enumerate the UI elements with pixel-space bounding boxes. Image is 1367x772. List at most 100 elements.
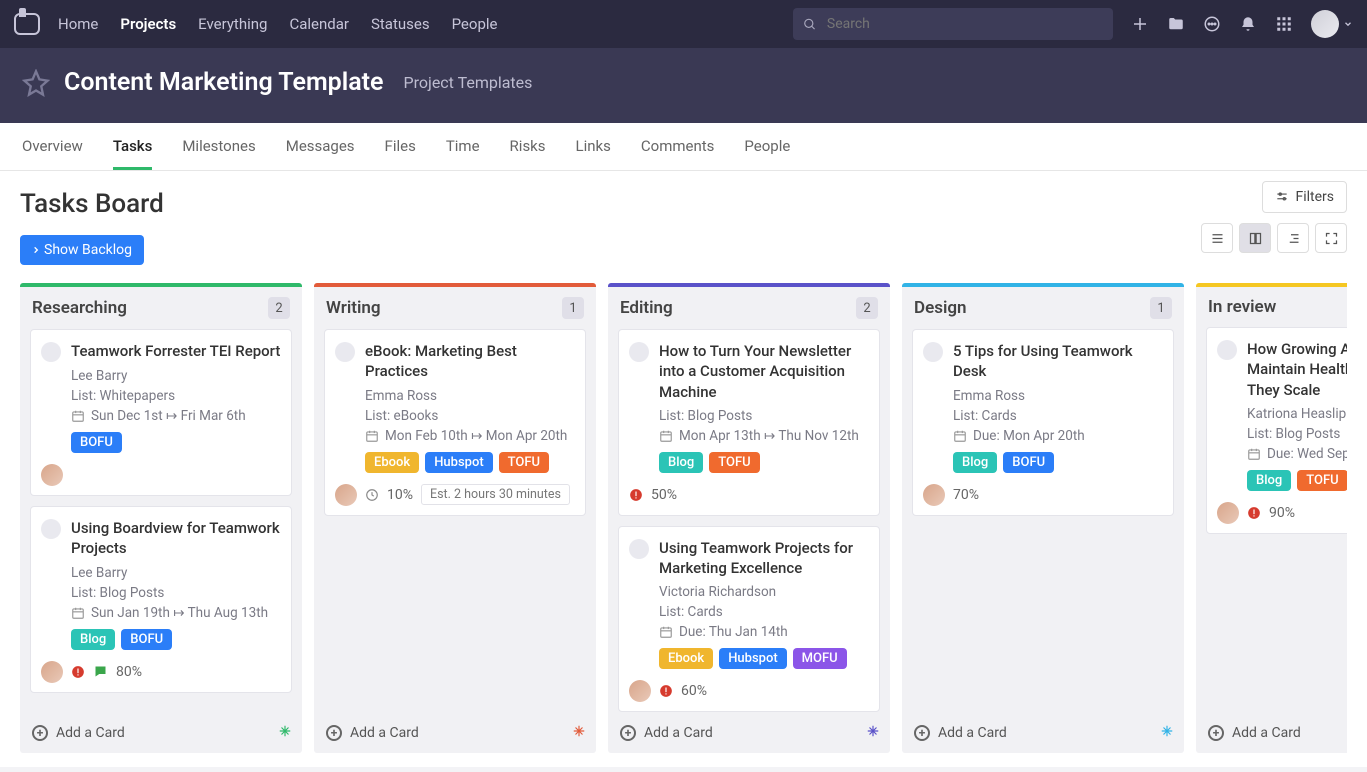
add-card-button[interactable]: +Add a Card xyxy=(20,713,302,753)
folder-icon[interactable] xyxy=(1167,15,1185,33)
tag-tofu[interactable]: TOFU xyxy=(1297,470,1347,491)
column-handle-icon[interactable] xyxy=(572,724,586,742)
view-fullscreen-button[interactable] xyxy=(1315,223,1347,253)
nav-everything[interactable]: Everything xyxy=(198,15,267,33)
view-list-button[interactable] xyxy=(1201,223,1233,253)
tab-files[interactable]: Files xyxy=(385,123,416,170)
show-backlog-button[interactable]: Show Backlog xyxy=(20,235,144,265)
app-logo-icon[interactable] xyxy=(14,13,40,35)
assignee-avatar-icon[interactable] xyxy=(1217,502,1239,524)
card-footer: 10%Est. 2 hours 30 minutes xyxy=(335,483,575,507)
warning-icon xyxy=(71,665,85,679)
complete-checkbox[interactable] xyxy=(1217,340,1237,360)
comment-icon xyxy=(93,664,108,679)
calendar-icon xyxy=(71,606,85,620)
task-card[interactable]: How to Turn Your Newsletter into a Custo… xyxy=(618,329,880,516)
nav-people[interactable]: People xyxy=(452,15,498,33)
assignee-avatar-icon[interactable] xyxy=(41,661,63,683)
complete-checkbox[interactable] xyxy=(629,539,649,559)
card-title: How to Turn Your Newsletter into a Custo… xyxy=(659,341,869,402)
complete-checkbox[interactable] xyxy=(629,342,649,362)
add-card-button[interactable]: +Add a Card xyxy=(902,713,1184,753)
card-assignee: Katriona Heaslip xyxy=(1247,406,1347,422)
tag-bofu[interactable]: BOFU xyxy=(121,629,172,650)
project-subtitle[interactable]: Project Templates xyxy=(404,73,533,92)
task-card[interactable]: How Growing Agencies Maintain Healthy Ma… xyxy=(1206,327,1347,534)
tag-hubspot[interactable]: Hubspot xyxy=(425,452,492,473)
project-header: Content Marketing Template Project Templ… xyxy=(0,48,1367,123)
filters-label: Filters xyxy=(1295,189,1334,205)
tag-hubspot[interactable]: Hubspot xyxy=(719,648,786,669)
tag-blog[interactable]: Blog xyxy=(1247,470,1291,491)
tag-ebook[interactable]: Ebook xyxy=(659,648,713,669)
add-card-button[interactable]: +Add a Card xyxy=(314,713,596,753)
card-tags: Blog BOFU xyxy=(71,629,281,650)
tag-blog[interactable]: Blog xyxy=(659,452,703,473)
tag-ebook[interactable]: Ebook xyxy=(365,452,419,473)
global-search[interactable] xyxy=(793,8,1113,40)
assignee-avatar-icon[interactable] xyxy=(923,484,945,506)
bell-icon[interactable] xyxy=(1239,15,1257,33)
complete-checkbox[interactable] xyxy=(41,342,61,362)
task-card[interactable]: Using Teamwork Projects for Marketing Ex… xyxy=(618,526,880,713)
tag-mofu[interactable]: MOFU xyxy=(793,648,847,669)
column-count-badge: 2 xyxy=(856,297,878,319)
tab-links[interactable]: Links xyxy=(576,123,611,170)
tab-comments[interactable]: Comments xyxy=(641,123,715,170)
star-icon[interactable] xyxy=(22,69,50,97)
view-board-button[interactable] xyxy=(1239,223,1271,253)
profile-menu[interactable] xyxy=(1311,10,1353,38)
column-handle-icon[interactable] xyxy=(866,724,880,742)
nav-calendar[interactable]: Calendar xyxy=(289,15,349,33)
tag-blog[interactable]: Blog xyxy=(71,629,115,650)
task-card[interactable]: Using Boardview for Teamwork ProjectsLee… xyxy=(30,506,292,693)
tab-time[interactable]: Time xyxy=(446,123,480,170)
tag-bofu[interactable]: BOFU xyxy=(1003,452,1054,473)
calendar-icon xyxy=(953,429,967,443)
main-content: Tasks Board Filters Show Backlog Researc… xyxy=(0,171,1367,767)
search-input[interactable] xyxy=(825,15,1103,33)
assignee-avatar-icon[interactable] xyxy=(335,484,357,506)
task-card[interactable]: eBook: Marketing Best PracticesEmma Ross… xyxy=(324,329,586,516)
tag-bofu[interactable]: BOFU xyxy=(71,432,122,453)
nav-projects[interactable]: Projects xyxy=(120,15,176,33)
card-dates: Sun Dec 1st ↦ Fri Mar 6th xyxy=(71,408,281,424)
tab-overview[interactable]: Overview xyxy=(22,123,83,170)
assignee-avatar-icon[interactable] xyxy=(629,680,651,702)
card-list: List: Cards xyxy=(953,408,1163,424)
column-count-badge: 1 xyxy=(562,297,584,319)
user-avatar-icon xyxy=(1311,10,1339,38)
add-button[interactable] xyxy=(1131,15,1149,33)
tag-blog[interactable]: Blog xyxy=(953,452,997,473)
card-assignee: Lee Barry xyxy=(71,368,281,384)
card-title: eBook: Marketing Best Practices xyxy=(365,341,575,382)
column-title: In review xyxy=(1208,297,1276,317)
card-footer: 90% xyxy=(1217,501,1347,525)
tab-risks[interactable]: Risks xyxy=(510,123,546,170)
add-card-label: Add a Card xyxy=(56,725,125,741)
filters-button[interactable]: Filters xyxy=(1262,181,1347,213)
add-card-button[interactable]: +Add a Card xyxy=(608,713,890,753)
filters-icon xyxy=(1275,190,1289,204)
complete-checkbox[interactable] xyxy=(923,342,943,362)
column-handle-icon[interactable] xyxy=(1160,724,1174,742)
complete-checkbox[interactable] xyxy=(335,342,355,362)
add-card-button[interactable]: +Add a Card xyxy=(1196,713,1347,753)
complete-checkbox[interactable] xyxy=(41,519,61,539)
tab-tasks[interactable]: Tasks xyxy=(113,123,153,170)
chat-icon[interactable] xyxy=(1203,15,1221,33)
tab-milestones[interactable]: Milestones xyxy=(182,123,255,170)
tab-people[interactable]: People xyxy=(744,123,790,170)
apps-grid-icon[interactable] xyxy=(1275,15,1293,33)
tag-tofu[interactable]: TOFU xyxy=(709,452,759,473)
task-card[interactable]: 5 Tips for Using Teamwork DeskEmma RossL… xyxy=(912,329,1174,516)
task-card[interactable]: Teamwork Forrester TEI ReportLee BarryLi… xyxy=(30,329,292,496)
top-nav: Home Projects Everything Calendar Statuses Pe… xyxy=(0,0,1367,48)
nav-home[interactable]: Home xyxy=(58,15,98,33)
assignee-avatar-icon[interactable] xyxy=(41,464,63,486)
tab-messages[interactable]: Messages xyxy=(286,123,355,170)
column-handle-icon[interactable] xyxy=(278,724,292,742)
nav-statuses[interactable]: Statuses xyxy=(371,15,430,33)
view-gantt-button[interactable] xyxy=(1277,223,1309,253)
tag-tofu[interactable]: TOFU xyxy=(499,452,549,473)
